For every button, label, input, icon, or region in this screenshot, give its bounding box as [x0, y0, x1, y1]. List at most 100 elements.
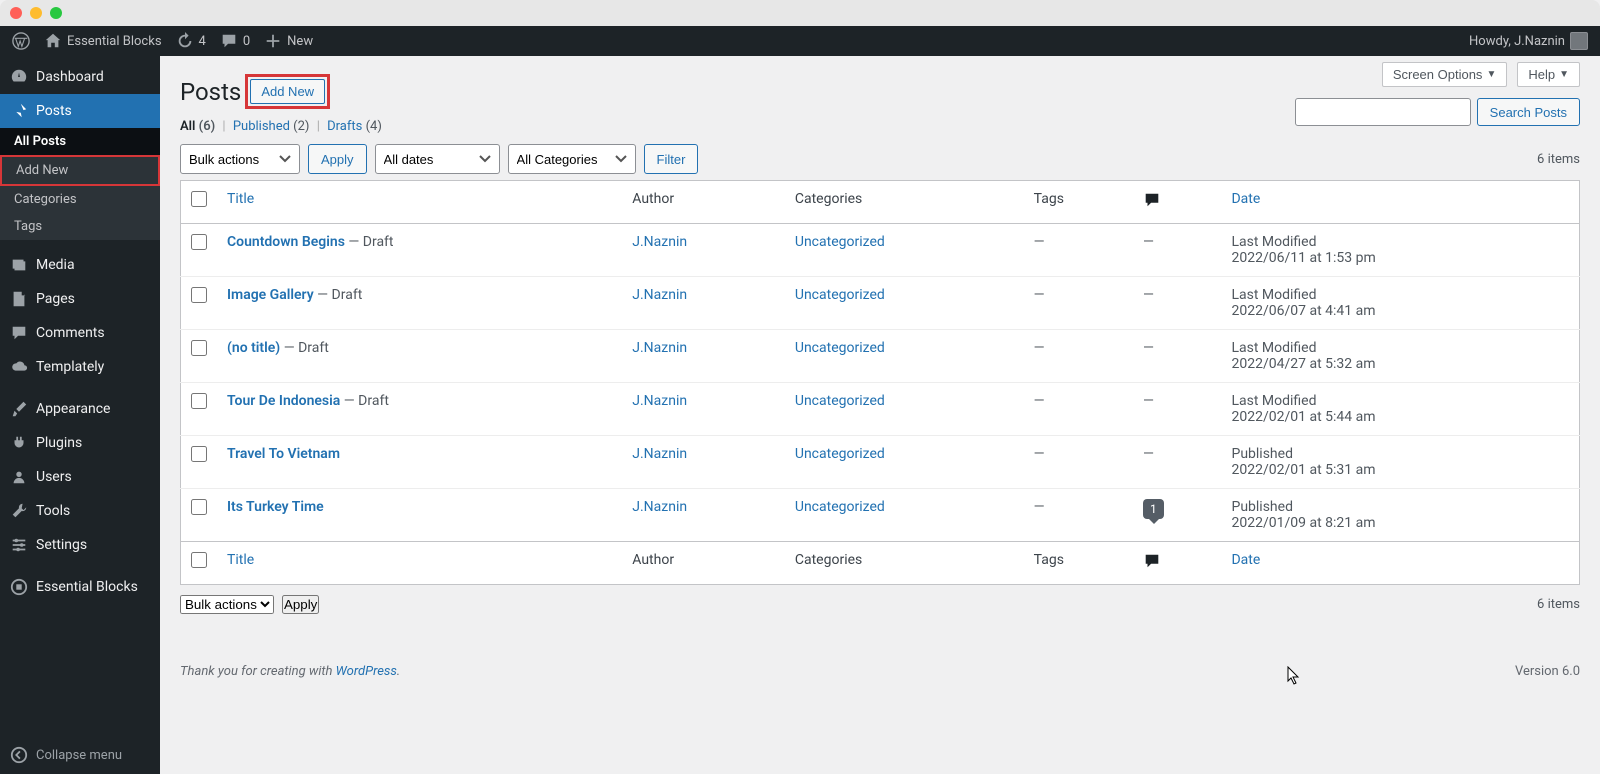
col-comments-header [1133, 181, 1222, 224]
site-name-link[interactable]: Essential Blocks [44, 32, 162, 50]
category-filter-select[interactable]: All Categories [508, 144, 636, 174]
apply-bulk-button[interactable]: Apply [308, 144, 367, 174]
bulk-actions-select[interactable]: Bulk actions [180, 144, 300, 174]
page-title: Posts [180, 78, 241, 106]
filter-drafts[interactable]: Drafts (4) [327, 119, 382, 134]
sidebar-item-users[interactable]: Users [0, 460, 160, 494]
category-link[interactable]: Uncategorized [795, 446, 885, 462]
row-checkbox[interactable] [191, 234, 207, 250]
col-categories-footer: Categories [785, 542, 1024, 585]
tags-cell: — [1024, 489, 1133, 542]
avatar [1570, 32, 1588, 50]
new-content-link[interactable]: New [264, 32, 313, 50]
dashboard-icon [10, 68, 28, 86]
sidebar-item-media[interactable]: Media [0, 248, 160, 282]
post-title-link[interactable]: (no title) [227, 340, 280, 356]
author-link[interactable]: J.Naznin [632, 499, 687, 515]
author-link[interactable]: J.Naznin [632, 393, 687, 409]
category-link[interactable]: Uncategorized [795, 393, 885, 409]
maximize-window-button[interactable] [50, 7, 62, 19]
sidebar-item-plugins[interactable]: Plugins [0, 426, 160, 460]
sidebar-sub-add-new[interactable]: Add New [0, 155, 160, 186]
sidebar-sub-tags[interactable]: Tags [0, 213, 160, 240]
admin-sidebar: Dashboard Posts All Posts Add New Catego… [0, 56, 160, 774]
row-checkbox[interactable] [191, 446, 207, 462]
sidebar-item-settings[interactable]: Settings [0, 528, 160, 562]
table-row: Tour De Indonesia — DraftJ.NazninUncateg… [181, 383, 1580, 436]
comment-count-bubble[interactable]: 1 [1143, 499, 1164, 519]
comments-link[interactable]: 0 [220, 32, 250, 50]
my-account-link[interactable]: Howdy, J.Naznin [1469, 32, 1588, 50]
updates-link[interactable]: 4 [176, 32, 206, 50]
sidebar-sub-categories[interactable]: Categories [0, 186, 160, 213]
screen-options-button[interactable]: Screen Options ▼ [1382, 62, 1508, 87]
collapse-menu-button[interactable]: Collapse menu [0, 736, 160, 774]
filter-button[interactable]: Filter [644, 144, 699, 174]
add-new-button[interactable]: Add New [250, 79, 325, 104]
author-link[interactable]: J.Naznin [632, 287, 687, 303]
sidebar-item-comments[interactable]: Comments [0, 316, 160, 350]
wordpress-link[interactable]: WordPress [336, 664, 397, 679]
filter-all[interactable]: All (6) [180, 119, 215, 134]
bulk-actions-select-bottom[interactable]: Bulk actions [180, 595, 274, 614]
plug-icon [10, 434, 28, 452]
author-link[interactable]: J.Naznin [632, 340, 687, 356]
sidebar-sub-all-posts[interactable]: All Posts [0, 128, 160, 155]
select-all-checkbox[interactable] [191, 191, 207, 207]
row-checkbox[interactable] [191, 340, 207, 356]
category-link[interactable]: Uncategorized [795, 340, 885, 356]
wordpress-icon [12, 32, 30, 50]
author-link[interactable]: J.Naznin [632, 234, 687, 250]
col-categories-header: Categories [785, 181, 1024, 224]
post-title-link[interactable]: Countdown Begins [227, 234, 345, 250]
apply-bulk-button-bottom[interactable]: Apply [282, 595, 319, 614]
filter-published[interactable]: Published (2) [233, 119, 310, 134]
post-title-link[interactable]: Tour De Indonesia [227, 393, 340, 409]
sidebar-item-pages[interactable]: Pages [0, 282, 160, 316]
col-date-footer[interactable]: Date [1231, 552, 1260, 568]
date-value: 2022/02/01 at 5:31 am [1231, 462, 1569, 478]
post-title-link[interactable]: Image Gallery [227, 287, 314, 303]
row-checkbox[interactable] [191, 499, 207, 515]
update-icon [176, 32, 194, 50]
post-state: — Draft [280, 340, 329, 356]
tags-cell: — [1024, 277, 1133, 330]
close-window-button[interactable] [10, 7, 22, 19]
admin-footer: Thank you for creating with WordPress. V… [180, 664, 1580, 689]
row-checkbox[interactable] [191, 393, 207, 409]
updates-count: 4 [199, 34, 206, 49]
help-button[interactable]: Help ▼ [1517, 62, 1580, 87]
sidebar-item-appearance[interactable]: Appearance [0, 392, 160, 426]
category-link[interactable]: Uncategorized [795, 234, 885, 250]
date-status: Last Modified [1231, 340, 1569, 356]
search-posts-button[interactable]: Search Posts [1477, 98, 1580, 126]
user-icon [10, 468, 28, 486]
sidebar-item-templately[interactable]: Templately [0, 350, 160, 384]
media-icon [10, 256, 28, 274]
post-title-link[interactable]: Travel To Vietnam [227, 446, 340, 462]
col-author-header: Author [622, 181, 785, 224]
date-filter-select[interactable]: All dates [375, 144, 500, 174]
category-link[interactable]: Uncategorized [795, 499, 885, 515]
wp-logo-menu[interactable] [12, 32, 30, 50]
sidebar-item-label: Settings [36, 537, 87, 553]
row-checkbox[interactable] [191, 287, 207, 303]
caret-down-icon: ▼ [1559, 69, 1569, 80]
post-title-link[interactable]: Its Turkey Time [227, 499, 324, 515]
comment-icon [220, 32, 238, 50]
col-title-header[interactable]: Title [227, 191, 254, 207]
sidebar-item-posts[interactable]: Posts [0, 94, 160, 128]
col-date-header[interactable]: Date [1231, 191, 1260, 207]
sidebar-item-dashboard[interactable]: Dashboard [0, 60, 160, 94]
category-link[interactable]: Uncategorized [795, 287, 885, 303]
select-all-checkbox-bottom[interactable] [191, 552, 207, 568]
date-value: 2022/02/01 at 5:44 am [1231, 409, 1569, 425]
sidebar-item-tools[interactable]: Tools [0, 494, 160, 528]
author-link[interactable]: J.Naznin [632, 446, 687, 462]
sidebar-item-label: Pages [36, 291, 75, 307]
sidebar-item-label: Appearance [36, 401, 110, 417]
col-title-footer[interactable]: Title [227, 552, 254, 568]
minimize-window-button[interactable] [30, 7, 42, 19]
search-input[interactable] [1295, 98, 1471, 126]
sidebar-item-essential-blocks[interactable]: Essential Blocks [0, 570, 160, 604]
